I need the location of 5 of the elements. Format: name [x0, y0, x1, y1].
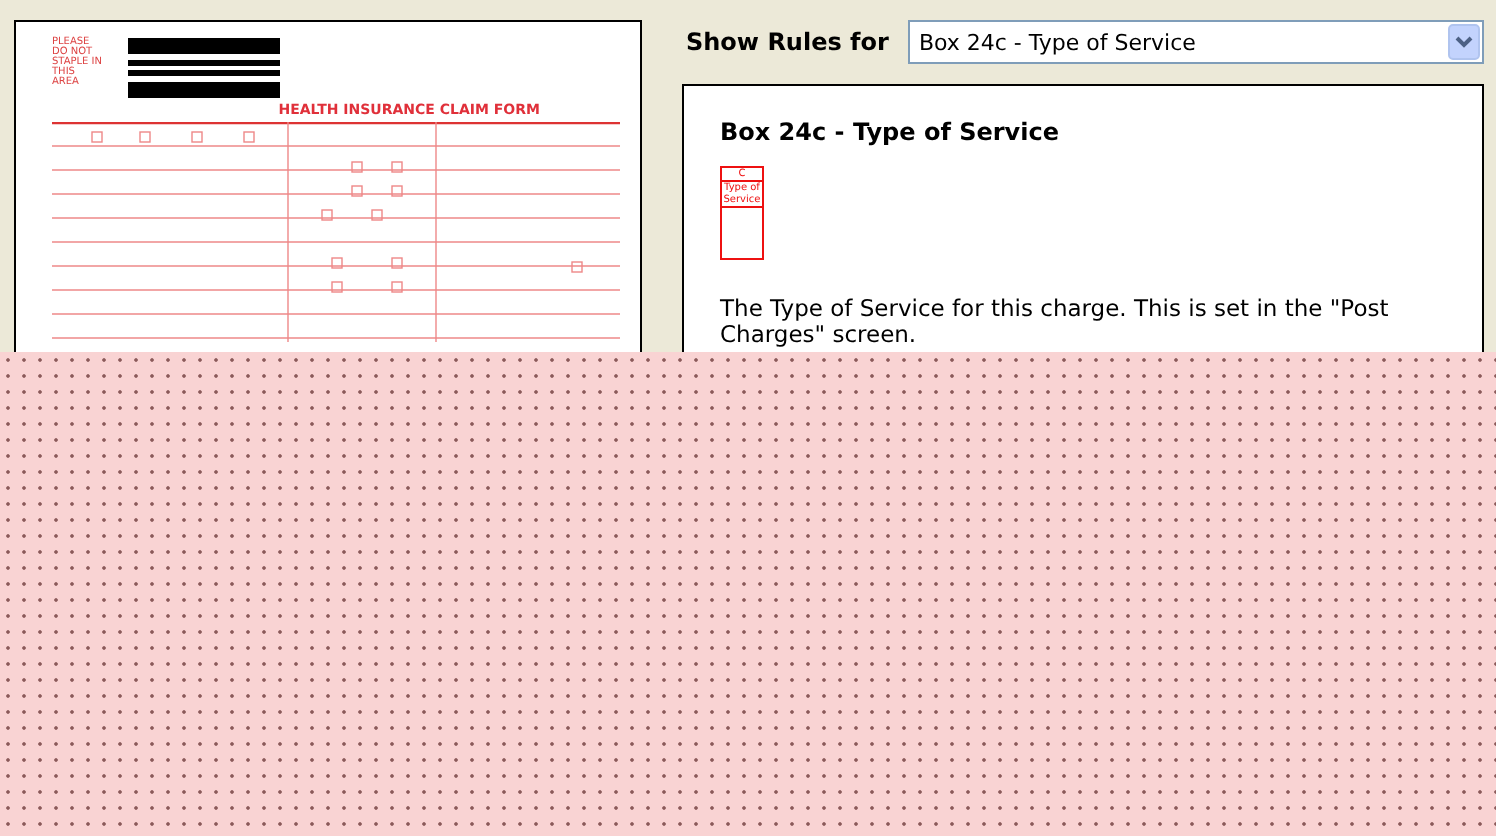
show-rules-label: Show Rules for	[686, 28, 889, 56]
rules-dropdown[interactable]: Box 24c - Type of Service	[908, 20, 1484, 64]
chevron-down-icon	[1448, 24, 1480, 60]
rule-description: The Type of Service for this charge. This is set in the "Post Charges" screen.	[720, 296, 1391, 348]
rule-heading: Box 24c - Type of Service	[720, 118, 1061, 146]
